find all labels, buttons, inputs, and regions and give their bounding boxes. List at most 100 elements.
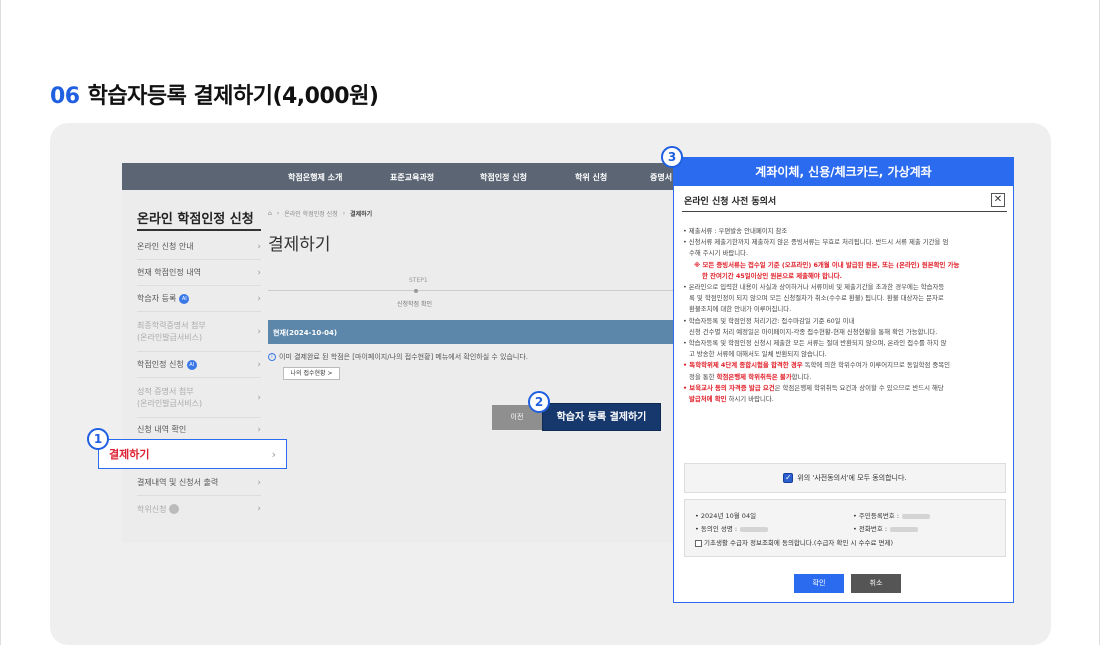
- applicant-info: • 2024년 10월 04일 • 주민등록번호 : • 동의인 성명 : • …: [684, 499, 1006, 557]
- chevron-right-icon: ›: [257, 392, 261, 403]
- welfare-label: 기초생활 수급자 정보조회에 동의합니다.(수급자 확인 시 수수료 면제): [704, 539, 894, 547]
- sidebar-item-sublabel: (온라인발급서비스): [137, 398, 203, 408]
- welfare-checkbox[interactable]: [695, 539, 702, 547]
- rrn-field: • 주민등록번호 :: [853, 510, 931, 520]
- section-number: 06: [50, 84, 80, 109]
- chevron-right-icon: ›: [257, 293, 261, 304]
- close-icon[interactable]: ✕: [991, 193, 1005, 207]
- name-field: • 동의인 성명 :: [695, 523, 769, 533]
- sidebar-title-divider: [137, 229, 261, 231]
- nav-item-certificate[interactable]: 증명서: [650, 172, 672, 183]
- term-line: • 제출서류 : 우편발송 안내페이지 참조: [683, 227, 788, 235]
- breadcrumb-separator: ›: [276, 210, 280, 217]
- term-text: 독학에 의한 학위수여가 이루어지므로 동일학점 중복인: [802, 361, 951, 370]
- nav-item-degree[interactable]: 학위 신청: [575, 172, 607, 183]
- top-navigation: 학점은행제 소개 표준교육과정 학점인정 신청 학위 신청 증명서: [122, 163, 682, 190]
- modal-header: 계좌이체, 신용/체크카드, 가상계좌: [674, 158, 1013, 186]
- ai-badge-icon: AI: [186, 359, 197, 370]
- blurred-value: [890, 526, 919, 532]
- chevron-right-icon: ›: [257, 424, 261, 435]
- callout-1: 1: [87, 428, 109, 450]
- sidebar-item-label: 온라인 신청 안내: [137, 242, 194, 251]
- term-line: 록 및 학점인정이 되지 않으며 모든 신청절차가 취소(수수료 환불) 됩니다…: [689, 294, 944, 303]
- step-name: 신청학점 확인: [397, 301, 433, 308]
- term-warning: ※ 모든 증빙서류는 접수일 기준 (오프라인) 6개월 이내 발급된 원본, …: [694, 260, 960, 269]
- sidebar-item-current-credits[interactable]: 현재 학점인정 내역 ›: [137, 260, 261, 286]
- term-text: 합니다.: [791, 372, 812, 381]
- term-line: 신청 건수별 처리 예정일은 마이페이지-각종 접수현황-현재 신청현황을 통해…: [689, 327, 938, 336]
- callout-3: 3: [661, 146, 683, 168]
- ai-badge-icon: AI: [179, 293, 190, 304]
- term-warning: 한 잔여기간 45일이상인 원본으로 제출해야 합니다.: [702, 271, 843, 280]
- sidebar-item-label: 학위신청: [137, 504, 167, 514]
- consent-modal: 계좌이체, 신용/체크카드, 가상계좌 온라인 신청 사전 동의서 ✕ • 제출…: [673, 157, 1014, 603]
- blurred-value: [740, 526, 769, 532]
- term-line: • 온라인으로 입력한 내용이 사실과 상이하거나 서류미비 및 제출기간을 초…: [683, 283, 945, 292]
- term-line: 고 방송한 서류에 대해서도 일체 반환되지 않습니다.: [689, 350, 827, 359]
- term-highlight: 학점은행제 학위취득은 불가: [716, 372, 792, 381]
- sidebar-item-payment[interactable]: 결제하기 ›: [98, 439, 287, 469]
- term-line: • 학습자등록 및 학점인정 처리기간: 접수마감일 기준 60일 이내: [683, 316, 855, 325]
- term-line: • 학습자등록 및 학점인정 신청시 제출한 모든 서류는 절대 반환되지 않으…: [683, 339, 947, 348]
- blurred-value: [902, 513, 931, 519]
- name-label: • 동의인 성명 :: [695, 525, 738, 533]
- learner-payment-button[interactable]: 학습자 등록 결제하기: [542, 403, 661, 431]
- sidebar-item-final-education[interactable]: 최종학력증명서 첨부 (온라인발급서비스) ›: [137, 312, 261, 352]
- chevron-right-icon: ›: [257, 504, 261, 514]
- my-status-button[interactable]: 나의 접수현황 >: [283, 367, 340, 380]
- phone-label: • 전화번호 :: [853, 525, 888, 533]
- nav-item-curriculum[interactable]: 표준교육과정: [390, 172, 434, 183]
- breadcrumb-current: 결제하기: [350, 211, 373, 218]
- step-label: STEP1: [409, 277, 428, 284]
- sidebar-item-guide[interactable]: 온라인 신청 안내 ›: [137, 234, 261, 260]
- nav-item-credit-application[interactable]: 학점인정 신청: [480, 172, 527, 183]
- chevron-right-icon: ›: [257, 326, 261, 337]
- term-line: 정을 통한 학점은행제 학위취득은 불가합니다.: [682, 372, 1008, 383]
- sidebar-item-credit-recognition[interactable]: 학점인정 신청 AI ›: [137, 352, 261, 378]
- term-line: • 독학학위제 4단계 종합시험을 합격한 경우 독학에 의한 학위수여가 이루…: [682, 360, 1008, 371]
- breadcrumb: ⌂ › 온라인 학점인정 신청 › 결제하기: [268, 209, 372, 218]
- cancel-button[interactable]: 취소: [851, 574, 901, 593]
- sidebar-item-label: 신청 내역 확인: [137, 425, 187, 434]
- modal-title: 온라인 신청 사전 동의서: [684, 197, 777, 207]
- term-text: 은 학점은행제 학위취득 요건과 상이할 수 있으므로 반드시 해당: [774, 383, 944, 392]
- sidebar-item-learner-registration[interactable]: 학습자 등록 AI ›: [137, 286, 261, 312]
- page-title: 결제하기: [268, 235, 331, 255]
- welfare-consent[interactable]: 기초생활 수급자 정보조회에 동의합니다.(수급자 확인 시 수수료 면제): [695, 537, 893, 547]
- sidebar-item-degree-application[interactable]: 학위신청 ›: [137, 496, 261, 522]
- sidebar-item-label: 결제내역 및 신청서 출력: [137, 478, 219, 487]
- breadcrumb-level1[interactable]: 온라인 학점인정 신청: [284, 209, 338, 218]
- term-line: 환불조치에 대한 안내가 이루어집니다.: [689, 305, 792, 314]
- sidebar-item-label: 학점인정 신청: [137, 360, 184, 369]
- home-icon[interactable]: ⌂: [268, 210, 272, 217]
- chevron-right-icon: ›: [257, 477, 261, 488]
- agree-checkbox[interactable]: ✓: [783, 473, 794, 483]
- sidebar-title: 온라인 학점인정 신청: [137, 212, 254, 227]
- chevron-right-icon: ›: [257, 267, 261, 278]
- section-heading: 06 학습자등록 결제하기(4,000원): [50, 78, 379, 110]
- term-line: • 보육교사 등의 자격증 발급 요건은 학점은행제 학위취득 요건과 상이할 …: [682, 383, 1008, 394]
- consent-terms: • 제출서류 : 우편발송 안내페이지 참조 • 신청서류 제출기한까지 제출하…: [682, 226, 1008, 405]
- term-text: 하시기 바랍니다.: [726, 395, 774, 404]
- section-title: 학습자등록 결제하기(4,000원): [87, 84, 379, 109]
- info-notice: i 이미 결제완료 된 학점은 [마이페이지/나의 접수현황] 메뉴에서 확인하…: [268, 352, 528, 362]
- term-line: 수해 주시기 바랍니다.: [689, 249, 749, 258]
- chevron-right-icon: ›: [257, 241, 261, 252]
- step-dot: [414, 289, 418, 293]
- sidebar-item-label: 결제하기: [109, 448, 150, 461]
- consent-date: • 2024년 10월 04일: [695, 512, 757, 520]
- nav-item-credit-bank[interactable]: 학점은행제 소개: [288, 172, 342, 183]
- sidebar-item-payment-history[interactable]: 결제내역 및 신청서 출력 ›: [137, 470, 261, 496]
- sidebar-item-grade-certificate[interactable]: 성적 증명서 첨부 (온라인발급서비스) ›: [137, 378, 261, 418]
- phone-field: • 전화번호 :: [853, 523, 919, 533]
- info-badge-icon: [169, 504, 180, 514]
- term-highlight: • 독학학위제 4단계 종합시험을 합격한 경우: [683, 361, 803, 370]
- agree-all[interactable]: ✓ 위의 '사전동의서'에 모두 동의합니다.: [684, 463, 1006, 493]
- term-line: 발급처에 확인 하시기 바랍니다.: [682, 394, 1008, 405]
- confirm-button[interactable]: 확인: [794, 574, 844, 593]
- chevron-right-icon: ›: [257, 359, 261, 370]
- sidebar-item-label: 학습자 등록: [137, 294, 177, 303]
- chevron-right-icon: ›: [271, 447, 276, 461]
- current-date-bar: 현재(2024-10-04): [268, 320, 682, 344]
- step-progress-line: [268, 290, 682, 291]
